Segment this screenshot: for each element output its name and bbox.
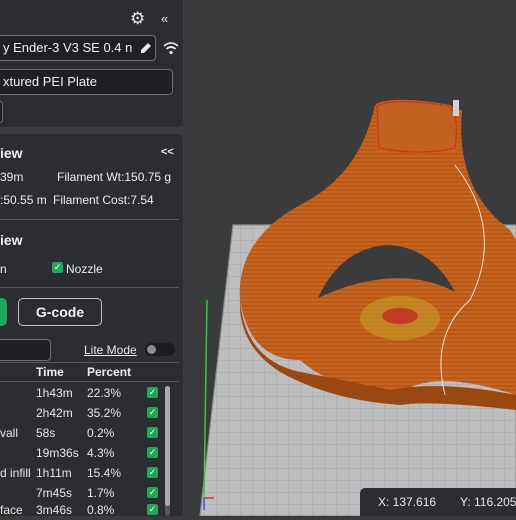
nozzle-label: Nozzle bbox=[66, 262, 103, 276]
feature-time: 19m36s bbox=[36, 446, 79, 460]
feature-time: 58s bbox=[36, 426, 56, 440]
wifi-icon[interactable] bbox=[162, 40, 180, 56]
table-row[interactable]: vall 58s 0.2% ✓ bbox=[0, 423, 165, 443]
feature-percent: 0.2% bbox=[87, 426, 115, 440]
table-row[interactable]: 19m36s 4.3% ✓ bbox=[0, 443, 165, 463]
table-scrollbar-thumb[interactable] bbox=[165, 386, 170, 506]
feature-visible-checkbox[interactable]: ✓ bbox=[147, 407, 158, 418]
feature-time: 7m45s bbox=[36, 486, 73, 500]
feature-name: vall bbox=[0, 426, 19, 440]
feature-visible-checkbox[interactable]: ✓ bbox=[147, 447, 158, 458]
lite-mode-toggle[interactable] bbox=[145, 343, 175, 356]
time-header: Time bbox=[36, 365, 64, 379]
feature-percent: 15.4% bbox=[87, 466, 122, 480]
print-time-fragment-2: :50.55 m bbox=[0, 193, 47, 207]
filament-select[interactable] bbox=[0, 101, 3, 123]
print-time-fragment: 39m bbox=[0, 170, 24, 184]
feature-time: 1h11m bbox=[36, 466, 72, 480]
printer-select[interactable]: y Ender-3 V3 SE 0.4 n bbox=[0, 35, 156, 61]
feature-visible-checkbox[interactable]: ✓ bbox=[147, 467, 158, 478]
table-row[interactable]: face 3m46s 0.8% ✓ bbox=[0, 500, 165, 520]
feature-percent: 22.3% bbox=[87, 386, 122, 400]
slice-section-title: iew bbox=[0, 145, 23, 161]
printer-name: y Ender-3 V3 SE 0.4 n bbox=[3, 40, 133, 55]
plate-type-select[interactable]: xtured PEI Plate bbox=[0, 69, 173, 95]
pencil-icon[interactable] bbox=[138, 40, 154, 56]
feature-visible-checkbox[interactable]: ✓ bbox=[147, 504, 158, 515]
feature-percent: 35.2% bbox=[87, 406, 122, 420]
feature-name: face bbox=[0, 503, 23, 517]
collapse-chevron-icon[interactable]: << bbox=[161, 146, 174, 158]
preview-button[interactable] bbox=[0, 298, 7, 326]
percent-header: Percent bbox=[87, 365, 132, 379]
divider bbox=[0, 287, 179, 288]
coordinate-readout: X: 137.616 Y: 116.205 bbox=[360, 488, 516, 516]
view-section-title: iew bbox=[0, 232, 23, 248]
feature-percent: 1.7% bbox=[87, 486, 115, 500]
table-row[interactable]: 2h42m 35.2% ✓ bbox=[0, 403, 165, 423]
plate-type-label: xtured PEI Plate bbox=[3, 74, 97, 89]
divider bbox=[0, 219, 179, 220]
divider bbox=[0, 381, 179, 382]
table-row[interactable]: d infill 1h11m 15.4% ✓ bbox=[0, 463, 165, 483]
layer-input[interactable] bbox=[0, 339, 51, 361]
feature-time: 3m46s bbox=[36, 503, 73, 517]
filament-cost: Filament Cost:7.54 bbox=[53, 193, 154, 207]
divider bbox=[0, 362, 179, 363]
printer-panel: ⚙ « y Ender-3 V3 SE 0.4 n xtured PEI Pla… bbox=[0, 0, 183, 127]
x-coordinate: X: 137.616 bbox=[378, 495, 437, 509]
y-coordinate: Y: 116.205 bbox=[460, 495, 516, 509]
feature-percent: 4.3% bbox=[87, 446, 115, 460]
gear-icon[interactable]: ⚙ bbox=[130, 10, 145, 27]
filament-weight: Filament Wt:150.75 g bbox=[57, 170, 172, 184]
feature-visible-checkbox[interactable]: ✓ bbox=[147, 427, 158, 438]
gcode-button[interactable]: G-code bbox=[18, 298, 102, 326]
double-chevron-left-icon[interactable]: « bbox=[161, 12, 168, 25]
view-option-left: n bbox=[0, 262, 7, 276]
feature-visible-checkbox[interactable]: ✓ bbox=[147, 487, 158, 498]
feature-time: 2h42m bbox=[36, 406, 73, 420]
3d-viewport[interactable] bbox=[183, 0, 516, 516]
feature-visible-checkbox[interactable]: ✓ bbox=[147, 387, 158, 398]
feature-time: 1h43m bbox=[36, 386, 73, 400]
feature-name: d infill bbox=[0, 466, 31, 480]
feature-percent: 0.8% bbox=[87, 503, 115, 517]
nozzle-checkbox[interactable]: ✓ bbox=[52, 262, 63, 273]
lite-mode-toggle-knob bbox=[147, 345, 156, 354]
lite-mode-label[interactable]: Lite Mode bbox=[84, 343, 137, 357]
table-row[interactable]: 1h43m 22.3% ✓ bbox=[0, 383, 165, 403]
